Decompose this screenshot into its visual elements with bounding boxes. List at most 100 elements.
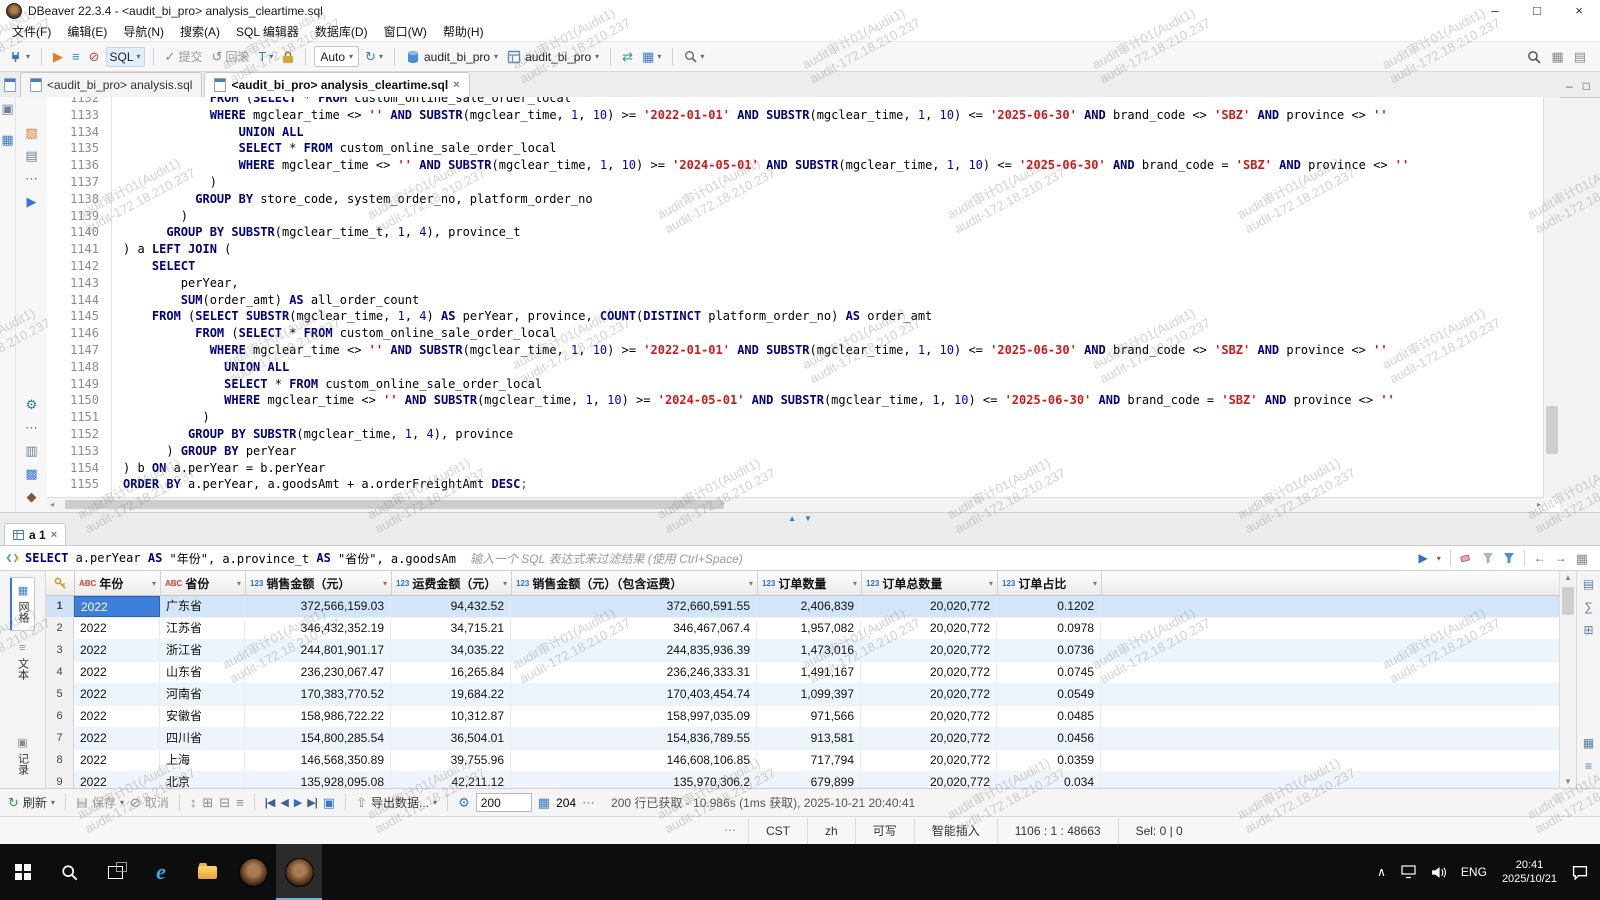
row-number[interactable]: 5 [46, 684, 74, 705]
code-line[interactable]: WHERE mgclear_time <> '' AND SUBSTR(mgcl… [112, 157, 1544, 174]
settings-gear-icon[interactable]: ⚙ [26, 397, 38, 412]
apply-filter-icon[interactable]: ▶ [1418, 551, 1427, 565]
refresh-button[interactable]: ↻ 刷新 ▾ [8, 794, 55, 811]
grid-cell[interactable]: 0.0456 [997, 728, 1101, 749]
row-number[interactable]: 2 [46, 618, 74, 639]
grid-cell[interactable]: 236,246,333.31 [511, 662, 757, 683]
internet-explorer-button[interactable]: e [138, 844, 184, 900]
grid-cell[interactable]: 94,432.52 [391, 596, 511, 617]
commit-button[interactable]: ✓ 提交 [162, 46, 206, 67]
grid-cell[interactable]: 346,467,067.4 [511, 618, 757, 639]
column-header[interactable]: ABC省份▾ [161, 571, 246, 595]
filter-icon[interactable] [1503, 552, 1515, 564]
editor-list-icon[interactable] [0, 72, 20, 97]
grid-cell[interactable]: 1,957,082 [757, 618, 861, 639]
code-line[interactable]: GROUP BY store_code, system_order_no, pl… [112, 191, 1544, 208]
code-line[interactable]: ) a LEFT JOIN ( [112, 241, 1544, 258]
panel-toggle-icon[interactable]: ▦ [1576, 552, 1588, 565]
execute-statement-button[interactable]: ▶ [50, 48, 66, 65]
record-mode-tab[interactable]: ▣ 记录 [12, 730, 34, 782]
sql-dropdown-button[interactable]: SQL ▾ [106, 47, 145, 67]
tab-analysis-sql[interactable]: <audit_bi_pro> analysis.sql [20, 72, 202, 97]
grid-cell[interactable]: 1,473,016 [757, 640, 861, 661]
row-number[interactable]: 3 [46, 640, 74, 661]
more-icon[interactable]: ⋯ [25, 420, 38, 435]
code-line[interactable]: GROUP BY SUBSTR(mgclear_time_t, 1, 4), p… [112, 224, 1544, 241]
grid-cell[interactable]: 372,660,591.55 [511, 596, 757, 617]
grid-cell[interactable]: 1,491,167 [757, 662, 861, 683]
search-icon[interactable] [1527, 50, 1541, 64]
table-row[interactable]: 82022上海146,568,350.8939,755.96146,608,10… [46, 750, 1560, 772]
clear-filter-icon[interactable] [1460, 553, 1473, 564]
grid-cell[interactable]: 158,986,722.22 [245, 706, 391, 727]
row-count-icon[interactable]: ▦ [538, 796, 550, 809]
grid-cell[interactable]: 1,099,397 [757, 684, 861, 705]
grid-cell[interactable]: 0.0485 [997, 706, 1101, 727]
taskbar-search-button[interactable] [46, 844, 92, 900]
new-connection-button[interactable]: ▾ [6, 48, 33, 66]
grid-cell[interactable]: 135,970,306.2 [511, 772, 757, 788]
grid-cell[interactable]: 2022 [74, 618, 160, 639]
add-row-icon[interactable]: ⊞ [202, 796, 213, 809]
grid-cell[interactable]: 20,020,772 [861, 684, 997, 705]
grid-cell[interactable]: 679,899 [757, 772, 861, 788]
code-line[interactable]: FROM (SELECT * FROM custom_online_sale_o… [112, 97, 1544, 107]
grid-cell[interactable]: 2022 [74, 772, 160, 788]
language-indicator[interactable]: ENG [1461, 865, 1487, 879]
grid-cell[interactable]: 山东省 [160, 662, 245, 683]
row-number[interactable]: 8 [46, 750, 74, 771]
column-menu-icon[interactable]: ▾ [237, 579, 241, 588]
grid-cell[interactable]: 0.034 [997, 772, 1101, 788]
fetch-size-input[interactable] [476, 793, 532, 812]
grid-cell[interactable]: 20,020,772 [861, 728, 997, 749]
table-row[interactable]: 52022河南省170,383,770.5219,684.22170,403,4… [46, 684, 1560, 706]
tray-clock[interactable]: 20:41 2025/10/21 [1502, 858, 1557, 886]
lock-button[interactable] [279, 48, 297, 66]
close-button[interactable]: × [1558, 0, 1600, 22]
nav-last-icon[interactable]: ▶| [307, 796, 317, 809]
scroll-left-icon[interactable]: ◂ [50, 498, 54, 512]
grid-cell[interactable]: 江苏省 [160, 618, 245, 639]
grid-cell[interactable]: 安徽省 [160, 706, 245, 727]
grid-cell[interactable]: 北京 [160, 772, 245, 788]
tab-close-icon[interactable]: × [453, 79, 459, 91]
menu-item[interactable]: 文件(F) [4, 22, 59, 42]
grid-cell[interactable]: 0.0745 [997, 662, 1101, 683]
grid-cell[interactable]: 2022 [74, 684, 160, 705]
grid-cell[interactable]: 154,800,285.54 [245, 728, 391, 749]
code-line[interactable]: SELECT [112, 258, 1544, 275]
more-icon[interactable]: ⋯ [25, 171, 38, 186]
tray-chevron-icon[interactable]: ∧ [1377, 865, 1386, 879]
grouping-panel-icon[interactable]: ▦ [1583, 736, 1594, 750]
code-line[interactable]: ) [112, 208, 1544, 225]
grid-cell[interactable]: 146,608,106.85 [511, 750, 757, 771]
minimize-button[interactable]: – [1474, 0, 1516, 22]
maximize-view-icon[interactable]: □ [1583, 79, 1590, 93]
code-line[interactable]: SUM(order_amt) AS all_order_count [112, 292, 1544, 309]
rollback-button[interactable]: ↺ 回滚 [208, 46, 252, 67]
execute-script-button[interactable]: ≡ [69, 48, 83, 65]
grid-cell[interactable]: 971,566 [757, 706, 861, 727]
transaction-mode-button[interactable]: T ▾ [255, 48, 276, 65]
bookmark-icon[interactable]: ◆ [27, 489, 37, 504]
code-line[interactable]: perYear, [112, 275, 1544, 292]
grid-cell[interactable]: 上海 [160, 750, 245, 771]
column-menu-icon[interactable]: ▾ [853, 579, 857, 588]
grid-cell[interactable]: 170,383,770.52 [245, 684, 391, 705]
column-header[interactable]: 123销售金额（元）▾ [246, 571, 392, 595]
grid-cell[interactable]: 244,801,901.17 [245, 640, 391, 661]
column-menu-icon[interactable]: ▾ [503, 579, 507, 588]
code-line[interactable]: WHERE mgclear_time <> '' AND SUBSTR(mgcl… [112, 107, 1544, 124]
speaker-icon[interactable] [1431, 866, 1446, 879]
table-row[interactable]: 22022江苏省346,432,352.1934,715.21346,467,0… [46, 618, 1560, 640]
restore-panel-icon[interactable]: ▣ [1, 101, 13, 116]
references-panel-icon[interactable]: ≡ [1585, 759, 1592, 773]
dbeaver-pinned-button[interactable] [230, 844, 276, 900]
task-view-button[interactable] [92, 844, 138, 900]
editor-code[interactable]: FROM (SELECT * FROM custom_online_sale_o… [112, 97, 1544, 498]
value-panel-icon[interactable]: ▤ [1583, 577, 1594, 591]
grid-cell[interactable]: 34,035.22 [391, 640, 511, 661]
grid-vscroll-thumb[interactable] [1562, 587, 1574, 615]
column-header[interactable]: 123订单数量▾ [758, 571, 862, 595]
code-line[interactable]: ) GROUP BY perYear [112, 443, 1544, 460]
